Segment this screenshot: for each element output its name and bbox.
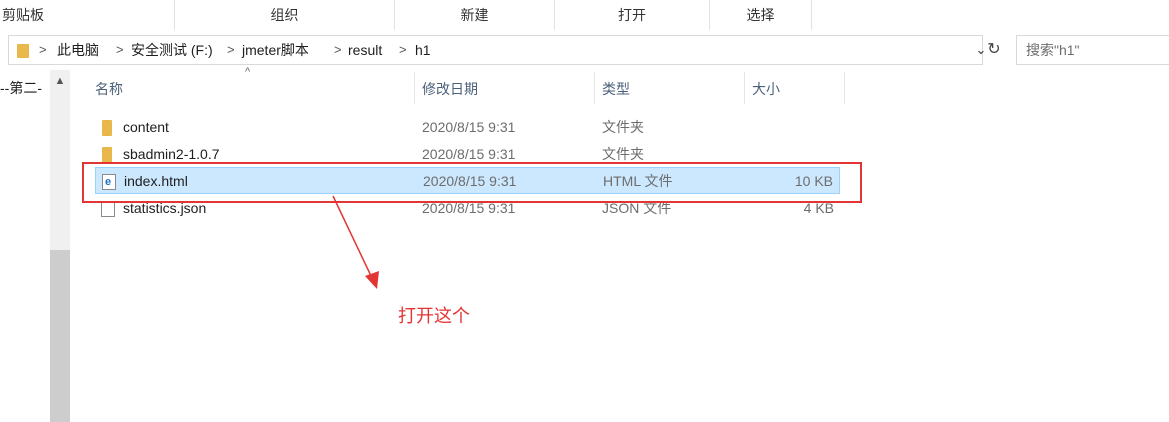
annotation-label: 打开这个 bbox=[398, 306, 470, 326]
annotation-arrow-icon bbox=[332, 195, 379, 289]
